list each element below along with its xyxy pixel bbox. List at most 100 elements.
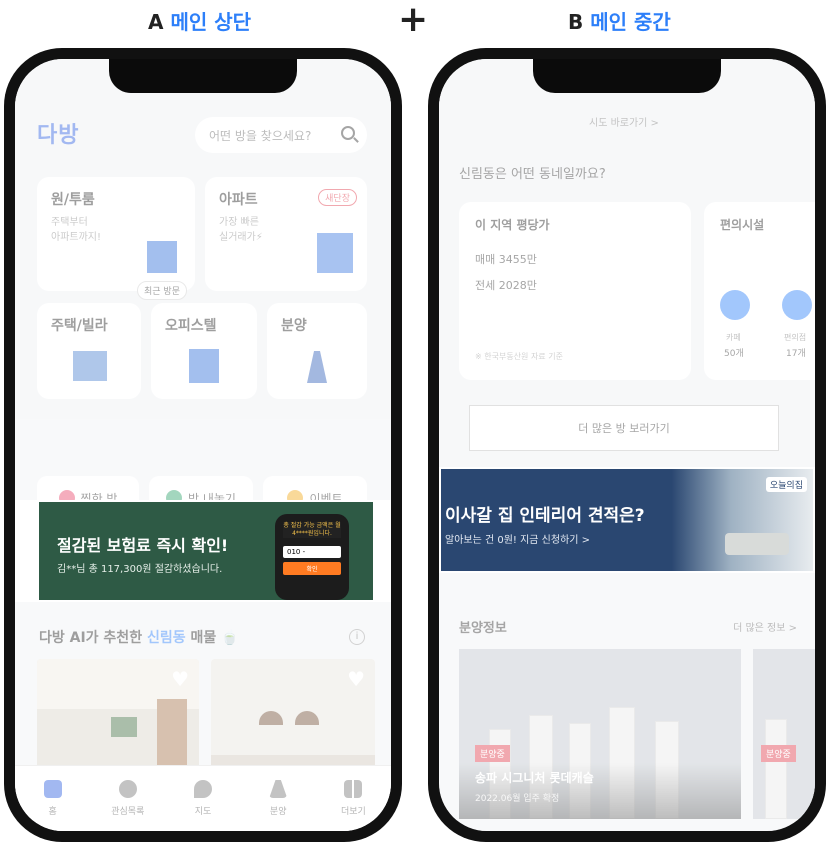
tab-home[interactable]: 홈 [15, 766, 90, 831]
cone-icon [307, 351, 327, 383]
ad-phone-button: 확인 [283, 562, 341, 575]
ad-phone-input: 010 - [283, 546, 341, 558]
info-icon[interactable]: i [349, 629, 365, 645]
room-photo-lamp [259, 711, 283, 725]
new-badge: 새단장 [318, 189, 357, 206]
insurance-ad-highlight[interactable]: 절감된 보험료 즉시 확인! 김**님 총 117,300원 절감하셨습니다. … [15, 500, 391, 602]
phone-notch [533, 59, 721, 93]
ad-title: 이사갈 집 인테리어 견적은? [445, 506, 645, 526]
category-title: 원/투룸 [51, 192, 95, 208]
presale-tag: 분양중 [761, 745, 796, 762]
room-photo-frame [111, 717, 137, 737]
bottom-tab-bar: 홈 관심목록 지도 분양 더보기 [15, 765, 391, 831]
tab-label: 더보기 [340, 807, 366, 817]
presale-name: 송파 시그니처 롯데캐슬 [475, 771, 594, 785]
section-title-post: 매물 🍵 [185, 630, 239, 646]
price-sale: 매매 3455만 [475, 253, 537, 266]
ad-phone-mockup: 총 절감 가능 금액은 월 4****원입니다. 010 - 확인 [275, 514, 349, 600]
ad-title: 절감된 보험료 즉시 확인! [57, 536, 229, 555]
label-b: B 메인 중간 [568, 6, 671, 35]
store-count: 17개 [786, 349, 806, 359]
convenience-card[interactable]: 편의시설 카페 편의점 50개 17개 [704, 202, 815, 380]
category-sub-line: 주택부터 [51, 217, 88, 228]
label-b-prefix: B [568, 10, 584, 34]
category-title: 오피스텔 [165, 318, 217, 334]
cafe-count: 50개 [724, 349, 744, 359]
ad-subtitle: 김**님 총 117,300원 절감하셨습니다. [57, 564, 223, 575]
tab-label: 지도 [194, 807, 212, 817]
cafe-label: 카페 [726, 333, 741, 342]
tab-map[interactable]: 지도 [165, 766, 240, 831]
apartment-icon [317, 233, 353, 273]
presale-card[interactable]: 분양중 송파 시그니처 롯데캐슬 2022.06월 입주 확정 [459, 649, 741, 819]
tab-label: 관심목록 [111, 807, 145, 817]
category-card-presale[interactable]: 분양 [267, 303, 367, 399]
search-icon[interactable] [341, 126, 355, 140]
phone-screen-b: 시도 바로가기 > 신림동은 어떤 동네일까요? 이 지역 평당가 매매 345… [439, 59, 815, 831]
home-icon [43, 780, 62, 798]
office-icon [189, 349, 219, 383]
section-title-pre: 다방 AI가 추천한 [39, 630, 147, 646]
category-card-apartment[interactable]: 아파트 가장 빠른 실거래가⚡ 새단장 [205, 177, 367, 291]
phone-frame-b: 시도 바로가기 > 신림동은 어떤 동네일까요? 이 지역 평당가 매매 345… [428, 48, 826, 842]
more-rooms-button[interactable]: 더 많은 방 보러가기 [469, 405, 779, 451]
apt-tower [765, 719, 787, 819]
app-logo: 다방 [37, 123, 80, 148]
heart-icon[interactable]: ♥ [171, 667, 189, 691]
label-a-title: 메인 상단 [170, 10, 252, 34]
heart-icon[interactable]: ♥ [347, 667, 365, 691]
recommend-section-title: 다방 AI가 추천한 신림동 매물 🍵 [39, 627, 239, 647]
presale-date: 2022.06월 입주 확정 [475, 794, 560, 804]
presale-more-link[interactable]: 더 많은 정보 > [733, 619, 797, 634]
tab-label: 홈 [48, 807, 57, 817]
building-icon [147, 241, 177, 273]
ad-phone-message: 총 절감 가능 금액은 월 4****원입니다. [283, 522, 341, 538]
comparison-canvas: A 메인 상단 + B 메인 중간 다방 어떤 방을 찾으세요? 원/투룸 주택… [0, 0, 828, 844]
category-card-oneroom[interactable]: 원/투룸 주택부터 아파트까지! 최근 방문 [37, 177, 195, 300]
store-icon [782, 290, 812, 320]
phone-frame-a: 다방 어떤 방을 찾으세요? 원/투룸 주택부터 아파트까지! 최근 방문 아파… [4, 48, 402, 842]
search-placeholder: 어떤 방을 찾으세요? [209, 128, 312, 143]
heart-icon [118, 780, 137, 798]
cone-icon [269, 780, 288, 798]
region-link[interactable]: 시도 바로가기 > [589, 114, 659, 129]
tab-more[interactable]: 더보기 [316, 766, 391, 831]
plus-sign: + [398, 0, 429, 40]
map-pin-icon [194, 780, 212, 798]
convenience-title: 편의시설 [720, 218, 765, 232]
store-label: 편의점 [784, 333, 807, 342]
interior-ad-banner[interactable]: 이사갈 집 인테리어 견적은? 알아보는 건 0원! 지금 신청하기 > 오늘의… [441, 469, 813, 571]
insurance-ad-banner[interactable]: 절감된 보험료 즉시 확인! 김**님 총 117,300원 절감하셨습니다. … [39, 502, 373, 600]
recent-visit-badge: 최근 방문 [137, 281, 187, 300]
grid-icon [344, 780, 363, 798]
category-sub-line: 가장 빠른 [219, 217, 259, 228]
category-title: 분양 [281, 318, 307, 334]
house-icon [73, 351, 107, 381]
presale-card[interactable]: 분양중 [753, 649, 815, 819]
price-source-note: ※ 한국부동산원 자료 기준 [475, 352, 563, 361]
category-title: 주택/빌라 [51, 318, 108, 334]
presale-tag: 분양중 [475, 745, 510, 762]
label-b-title: 메인 중간 [590, 10, 671, 34]
ohouse-logo: 오늘의집 [765, 477, 807, 492]
tab-presale[interactable]: 분양 [241, 766, 316, 831]
category-card-villa[interactable]: 주택/빌라 [37, 303, 141, 399]
ad-subtitle: 알아보는 건 0원! 지금 신청하기 > [445, 535, 591, 546]
interior-ad-highlight[interactable]: 이사갈 집 인테리어 견적은? 알아보는 건 0원! 지금 신청하기 > 오늘의… [439, 467, 815, 573]
phone-screen-a: 다방 어떤 방을 찾으세요? 원/투룸 주택부터 아파트까지! 최근 방문 아파… [15, 59, 391, 831]
label-a-prefix: A [148, 10, 164, 34]
room-photo-lamp [295, 711, 319, 725]
tab-favorites[interactable]: 관심목록 [90, 766, 165, 831]
category-card-officetel[interactable]: 오피스텔 [151, 303, 257, 399]
price-rent: 전세 2028만 [475, 279, 537, 292]
presale-section-title: 분양정보 [459, 621, 507, 636]
section-title-location: 신림동 [146, 630, 186, 646]
price-title: 이 지역 평당가 [475, 218, 550, 232]
sofa-illustration [725, 533, 789, 555]
price-per-pyeong-card[interactable]: 이 지역 평당가 매매 3455만 전세 2028만 ※ 한국부동산원 자료 기… [459, 202, 691, 380]
phone-notch [109, 59, 297, 93]
search-bar[interactable]: 어떤 방을 찾으세요? [195, 117, 367, 153]
cafe-icon [720, 290, 750, 320]
tab-label: 분양 [269, 807, 287, 817]
label-a: A 메인 상단 [148, 6, 251, 35]
